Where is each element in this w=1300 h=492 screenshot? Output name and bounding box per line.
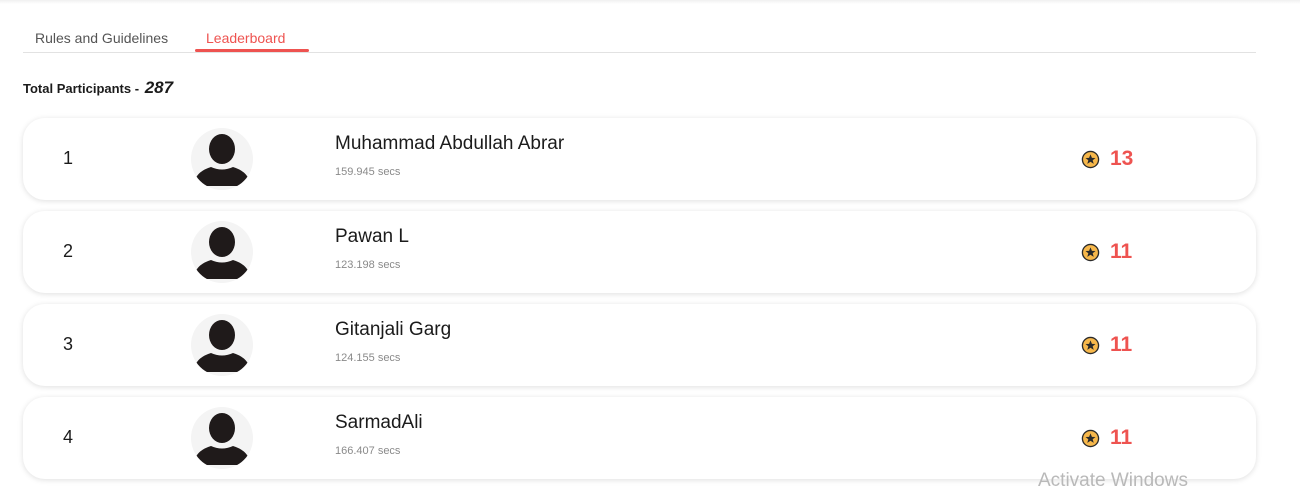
- participant-points: 11: [1110, 240, 1133, 263]
- participant-score: 11: [1081, 426, 1132, 450]
- participant-name: Gitanjali Garg: [335, 319, 452, 340]
- leaderboard-row: 3 Gitanjali Garg 124.155 secs 11: [23, 304, 1256, 386]
- tab-leaderboard[interactable]: Leaderboard: [206, 30, 285, 46]
- star-coin-icon: [1081, 429, 1100, 448]
- top-bar-shadow: [0, 0, 1300, 4]
- user-silhouette-icon: [191, 314, 253, 376]
- leaderboard-row: 4 SarmadAli 166.407 secs 11: [23, 397, 1256, 479]
- participant-name: SarmadAli: [335, 412, 423, 433]
- tab-bar: Rules and Guidelines Leaderboard: [23, 22, 1256, 53]
- total-participants: Total Participants - 287: [23, 78, 173, 98]
- participant-score: 13: [1081, 147, 1133, 171]
- total-participants-count: 287: [144, 78, 174, 97]
- participant-points: 11: [1110, 426, 1133, 449]
- participant-time: 124.155 secs: [335, 352, 401, 364]
- participant-time: 159.945 secs: [335, 166, 401, 178]
- user-silhouette-icon: [191, 128, 253, 190]
- participant-name: Pawan L: [335, 226, 409, 247]
- leaderboard-row: 1 Muhammad Abdullah Abrar 159.945 secs 13: [23, 118, 1256, 200]
- participant-rank: 3: [63, 334, 74, 354]
- participant-name: Muhammad Abdullah Abrar: [335, 133, 565, 154]
- active-tab-indicator: [195, 49, 309, 52]
- windows-activation-watermark: Activate Windows: [1038, 470, 1188, 491]
- participant-time: 123.198 secs: [335, 259, 401, 271]
- participant-points: 11: [1110, 333, 1133, 356]
- leaderboard-list: 1 Muhammad Abdullah Abrar 159.945 secs 13 2 P…: [23, 118, 1256, 490]
- participant-rank: 4: [63, 427, 74, 447]
- star-coin-icon: [1081, 243, 1100, 262]
- star-coin-icon: [1081, 150, 1100, 169]
- participant-rank: 2: [63, 241, 74, 261]
- participant-points: 13: [1110, 147, 1134, 170]
- participant-score: 11: [1081, 333, 1132, 357]
- participant-rank: 1: [63, 148, 74, 168]
- total-participants-label: Total Participants -: [23, 81, 140, 96]
- user-silhouette-icon: [191, 407, 253, 469]
- user-silhouette-icon: [191, 221, 253, 283]
- tab-rules-and-guidelines[interactable]: Rules and Guidelines: [35, 30, 168, 46]
- participant-score: 11: [1081, 240, 1132, 264]
- star-coin-icon: [1081, 336, 1100, 355]
- leaderboard-row: 2 Pawan L 123.198 secs 11: [23, 211, 1256, 293]
- participant-time: 166.407 secs: [335, 445, 401, 457]
